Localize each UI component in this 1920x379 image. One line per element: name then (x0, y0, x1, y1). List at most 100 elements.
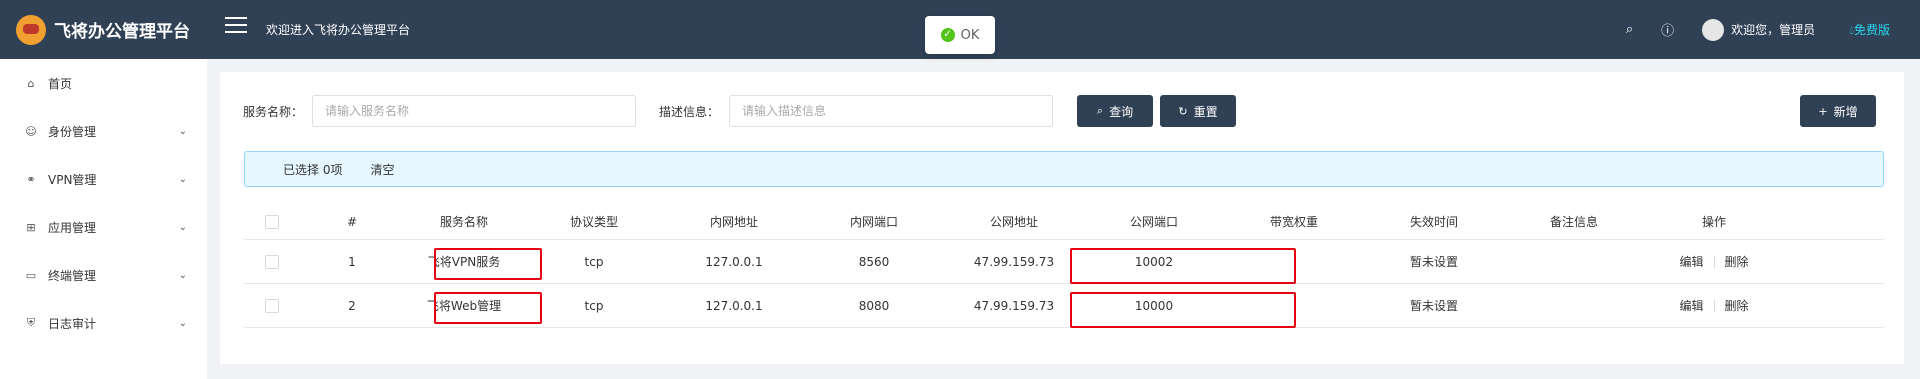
column-header-index[interactable]: # (300, 204, 404, 239)
sidebar-item-vpn[interactable]: ⚭ VPN管理 ⌄ (0, 165, 207, 193)
success-toast: ✓ OK (925, 16, 995, 54)
query-button-label: 查询 (1109, 104, 1134, 119)
welcome-text: 欢迎进入飞将办公管理平台 (266, 23, 411, 37)
sidebar-item-audit[interactable]: ⛨ 日志审计 ⌄ (0, 309, 207, 337)
lan-addr-cell: 127.0.0.1 (705, 298, 763, 313)
desc-input[interactable] (729, 95, 1053, 127)
remark-cell (1504, 284, 1644, 327)
page-scrollbar[interactable] (1908, 59, 1920, 379)
service-name-input[interactable] (312, 95, 636, 127)
selection-count: 已选择 0项 (283, 162, 343, 177)
service-name-cell: 飞将Web管理 (426, 299, 502, 313)
table-row: 2 飞将Web管理 tcp 127.0.0.1 8080 47.99.159.7… (244, 284, 1884, 328)
table-header-row: # 服务名称 协议类型 内网地址 内网端口 公网地址 公网端口 带宽权重 失效时… (244, 204, 1884, 240)
user-greeting[interactable]: 欢迎您，管理员 (1731, 21, 1815, 38)
service-name-cell: 飞将VPN服务 (427, 255, 501, 269)
protocol-cell: tcp (584, 298, 604, 313)
expire-cell: 暂未设置 (1409, 255, 1458, 269)
row-checkbox[interactable] (265, 298, 279, 313)
column-header-actions: 操作 (1701, 215, 1726, 229)
wan-port-cell: 10000 (1134, 298, 1174, 313)
edit-button[interactable]: 编辑 (1679, 253, 1703, 270)
header-actions: ⌕ ⓘ 欢迎您，管理员 💧︎免费版 (1626, 0, 1920, 59)
action-divider (1713, 299, 1715, 312)
actions-cell: 编辑 删除 (1644, 240, 1784, 283)
sidebar: ⌂ 首页 ☺ 身份管理 ⌄ ⚭ VPN管理 ⌄ ⊞ 应用管理 ⌄ ▭ 终端管理 … (0, 59, 207, 379)
question-icon[interactable]: ⓘ (1661, 20, 1674, 39)
column-header-protocol[interactable]: 协议类型 (524, 204, 664, 239)
chevron-down-icon: ⌄ (178, 269, 187, 281)
row-index: 2 (348, 298, 356, 313)
column-header-expire[interactable]: 失效时间 (1364, 204, 1504, 239)
avatar[interactable] (1702, 18, 1725, 41)
sidebar-item-label: 日志审计 (48, 316, 97, 331)
sidebar-item-label: VPN管理 (48, 172, 97, 187)
chevron-down-icon: ⌄ (178, 173, 187, 185)
check-circle-icon: ✓ (940, 28, 955, 42)
wan-port-cell: 10002 (1134, 254, 1174, 269)
sidebar-item-identity[interactable]: ☺ 身份管理 ⌄ (0, 117, 207, 145)
service-name-label: 服务名称： (243, 105, 304, 119)
add-button-label: 新增 (1833, 104, 1858, 119)
query-button[interactable]: ⌕ 查询 (1077, 95, 1153, 127)
chevron-down-icon: ⌄ (178, 125, 187, 137)
protocol-cell: tcp (584, 254, 604, 269)
bandwidth-cell (1224, 240, 1364, 283)
shield-icon: ⛨ (26, 316, 36, 329)
row-select-cell (244, 240, 300, 283)
service-table: # 服务名称 协议类型 内网地址 内网端口 公网地址 公网端口 带宽权重 失效时… (244, 204, 1884, 328)
main-panel: 服务名称： 描述信息： ⌕ 查询 ↻ 重置 + 新增 已选择 0项 清空 # 服… (220, 72, 1904, 364)
column-header-wan-addr[interactable]: 公网地址 (944, 204, 1084, 239)
search-icon[interactable]: ⌕ (1626, 22, 1633, 37)
logo[interactable]: 飞将办公管理平台 (0, 0, 210, 59)
remark-cell (1504, 240, 1644, 283)
home-icon: ⌂ (27, 76, 35, 90)
lan-port-cell: 8080 (858, 298, 890, 313)
reset-button-label: 重置 (1193, 104, 1218, 119)
column-header-remark[interactable]: 备注信息 (1504, 204, 1644, 239)
reset-button[interactable]: ↻ 重置 (1160, 95, 1236, 127)
delete-button[interactable]: 删除 (1725, 253, 1749, 270)
column-header-lan-port[interactable]: 内网端口 (804, 204, 944, 239)
link-icon: ⚭ (26, 172, 36, 186)
column-header-lan-addr[interactable]: 内网地址 (664, 204, 804, 239)
column-header-wan-port[interactable]: 公网端口 (1084, 204, 1224, 239)
column-header-bandwidth[interactable]: 带宽权重 (1224, 204, 1364, 239)
delete-button[interactable]: 删除 (1725, 297, 1749, 314)
sidebar-item-home[interactable]: ⌂ 首页 (0, 69, 207, 97)
lan-addr-cell: 127.0.0.1 (705, 254, 763, 269)
clear-selection-link[interactable]: 清空 (370, 161, 394, 178)
sidebar-item-label: 应用管理 (48, 220, 97, 235)
expire-cell: 暂未设置 (1409, 299, 1458, 313)
search-icon: ⌕ (1096, 104, 1104, 117)
plus-icon: + (1818, 104, 1828, 118)
add-button[interactable]: + 新增 (1800, 95, 1876, 127)
select-all-checkbox[interactable] (265, 214, 279, 229)
bandwidth-cell (1224, 284, 1364, 327)
desc-label: 描述信息： (659, 105, 720, 119)
edition-label: 免费版 (1853, 23, 1890, 37)
lan-port-cell: 8560 (858, 254, 890, 269)
sidebar-item-label: 终端管理 (48, 268, 97, 283)
user-icon: ☺ (25, 124, 37, 138)
chevron-down-icon: ⌄ (178, 317, 187, 329)
monitor-icon: ▭ (25, 268, 37, 282)
chevron-down-icon: ⌄ (178, 221, 187, 233)
sidebar-item-apps[interactable]: ⊞ 应用管理 ⌄ (0, 213, 207, 241)
action-divider (1713, 255, 1715, 268)
toast-text: OK (960, 27, 980, 43)
edition-badge[interactable]: 💧︎免费版 (1849, 21, 1890, 38)
column-header-name[interactable]: 服务名称 (404, 204, 524, 239)
edit-button[interactable]: 编辑 (1679, 297, 1703, 314)
row-checkbox[interactable] (265, 254, 279, 269)
selection-alert: 已选择 0项 清空 (244, 151, 1884, 187)
app-title: 飞将办公管理平台 (54, 22, 190, 42)
refresh-icon: ↻ (1178, 104, 1188, 118)
actions-cell: 编辑 删除 (1644, 284, 1784, 327)
sidebar-item-label: 身份管理 (48, 124, 97, 139)
grid-icon: ⊞ (26, 220, 36, 234)
row-select-cell (244, 284, 300, 327)
menu-toggle-icon[interactable] (225, 17, 247, 37)
logo-mascot-icon (16, 14, 46, 45)
sidebar-item-terminals[interactable]: ▭ 终端管理 ⌄ (0, 261, 207, 289)
